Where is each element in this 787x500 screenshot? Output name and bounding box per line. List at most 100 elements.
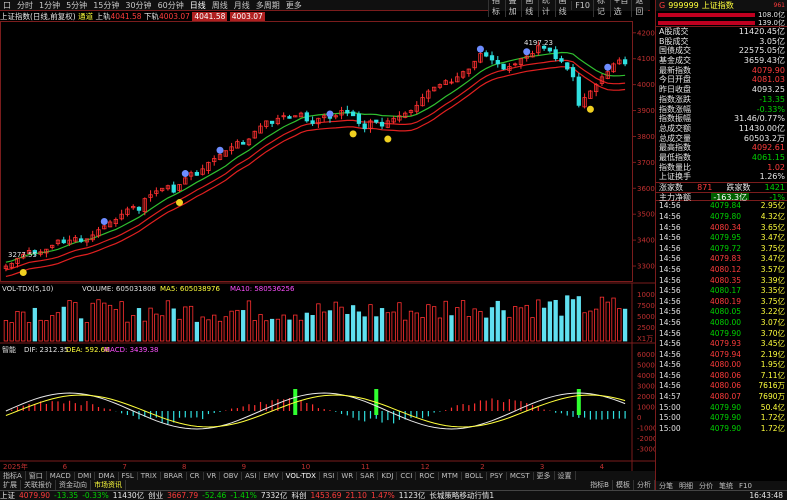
indicator-tab[interactable]: 设置: [555, 471, 576, 480]
indicator-tab[interactable]: SAR: [357, 471, 379, 480]
macd-tick-label: 1000: [637, 404, 655, 412]
tick-row: 14:56 4080.17 3.35亿: [656, 286, 787, 297]
volume-bar: [547, 301, 553, 342]
tab-30min[interactable]: 30分钟: [122, 0, 154, 11]
tab-5min[interactable]: 5分钟: [63, 0, 90, 11]
tab-f10[interactable]: F10: [571, 1, 593, 10]
quote-row-value: 3659.43亿: [743, 56, 785, 66]
quote-row: 最新指数 4079.90: [656, 66, 787, 76]
status-item: 1453.69: [310, 491, 342, 500]
tab-15min[interactable]: 15分钟: [90, 0, 122, 11]
volume-bar: [171, 308, 176, 342]
tab-extend[interactable]: 扩展: [0, 480, 21, 490]
tab-daily[interactable]: 日线: [187, 0, 209, 11]
status-item: 3667.79: [167, 491, 199, 500]
indicator-tab[interactable]: BRAR: [161, 471, 187, 480]
tab-analysis[interactable]: 分析: [634, 480, 655, 490]
indicator-tab[interactable]: DMI: [75, 471, 96, 480]
tab-related-quote[interactable]: 关联报价: [21, 480, 56, 490]
tick-row: 14:56 4080.35 3.39亿: [656, 276, 787, 287]
indicator-tab[interactable]: VR: [204, 471, 221, 480]
indicator-tab[interactable]: TRIX: [138, 471, 161, 480]
tick-row: 14:56 4080.00 1.95亿: [656, 360, 787, 371]
tab-fenshi[interactable]: 分时: [14, 0, 36, 11]
tick-time: 15:00: [659, 423, 681, 433]
tab-1min[interactable]: 1分钟: [36, 0, 63, 11]
tab-tick-stats[interactable]: 笔统: [716, 481, 736, 491]
tab-weekly[interactable]: 周线: [209, 0, 231, 11]
volume-bar: [9, 322, 14, 342]
vol-tick-label: 100000: [637, 291, 655, 299]
quote-row-value: 4093.25: [751, 85, 785, 95]
tick-list[interactable]: 14:56 4079.84 2.95亿 14:56 4079.80 4.32亿 14:56 4…: [656, 201, 787, 434]
indicator-tab[interactable]: 指标A: [0, 471, 26, 480]
tick-volume: 3.07亿: [760, 317, 785, 327]
vol-tick-label: X1万: [637, 335, 653, 343]
tab-monthly[interactable]: 月线: [231, 0, 253, 11]
tab-multi-period[interactable]: 多周期: [253, 0, 283, 11]
price-tick-label: 3500: [637, 211, 655, 219]
indicator-tab[interactable]: VOL-TDX: [283, 471, 320, 480]
volume-bar: [507, 316, 512, 342]
tick-time: 14:56: [659, 339, 681, 349]
indicator-tab[interactable]: CCI: [397, 471, 417, 480]
net-flow-pct: -1%: [769, 192, 785, 202]
volume-bar: [524, 304, 529, 342]
candle-body: [350, 111, 356, 117]
updown-row: 涨家数 871 跌家数 1421: [656, 182, 787, 192]
volume-bar: [148, 307, 153, 342]
tab-f10-small[interactable]: F10: [736, 482, 755, 490]
chart-area[interactable]: 4197.23 3277.55 VOL-TDX(5,10) VOLUME: 60…: [0, 21, 655, 471]
tab-fund-flow[interactable]: 资金动向: [56, 480, 91, 490]
tick-row: 15:00 4079.90 1.72亿: [656, 424, 787, 435]
net-flow-label: 主力净额: [659, 192, 691, 202]
window-icon[interactable]: 口: [0, 0, 14, 11]
status-item: -1.41%: [230, 491, 257, 500]
candle-body: [622, 59, 628, 65]
indicator-tab[interactable]: ROC: [416, 471, 439, 480]
tab-price-dist[interactable]: 分价: [696, 481, 716, 491]
tab-indicator-b[interactable]: 指标B: [587, 480, 613, 490]
status-bar: 上证 4079.90 -13.35 -0.33% 11430亿 创业 3667.79 -52.…: [0, 490, 787, 500]
tab-60min[interactable]: 60分钟: [155, 0, 187, 11]
candle-body: [310, 120, 315, 124]
indicator-tab[interactable]: OBV: [220, 471, 243, 480]
volume-bar: [356, 311, 362, 342]
tick-volume: 3.39亿: [760, 275, 785, 285]
indicator-tab[interactable]: ASI: [242, 471, 261, 480]
price-tick-label: 3300: [637, 263, 655, 271]
price-tick-label: 3700: [637, 159, 655, 167]
indicator-tab[interactable]: DMA: [95, 471, 119, 480]
date-tick-label: 11: [361, 463, 370, 471]
volume-bar: [241, 310, 246, 342]
volume-bar: [466, 316, 471, 342]
quote-row-label: 最低指数: [659, 152, 691, 162]
indicator-tab[interactable]: MCST: [507, 471, 534, 480]
tab-detail[interactable]: 明细: [676, 481, 696, 491]
indicator-tab[interactable]: WR: [338, 471, 358, 480]
indicator-tab[interactable]: EMV: [260, 471, 283, 480]
volume-bar: [455, 307, 460, 342]
indicator-tab[interactable]: MTM: [439, 471, 462, 480]
tool-tabs: 指标 叠加 画线 统计 画线 F10 标记 +自选 返回: [488, 0, 648, 17]
indicator-tab[interactable]: MACD: [47, 471, 75, 480]
candle-body: [269, 120, 275, 124]
signal-markers: [19, 45, 612, 277]
indicator-tab[interactable]: CR: [187, 471, 204, 480]
indicator-tab[interactable]: FSL: [119, 471, 138, 480]
tab-market-news[interactable]: 市场资讯: [91, 480, 126, 490]
indicator-tab[interactable]: BOLL: [462, 471, 487, 480]
tab-ticks[interactable]: 分笔: [656, 481, 676, 491]
extension-tabs: 扩展 关联报价 资金动向 市场资讯 指标B 模板 分析: [0, 480, 655, 490]
indicator-tab[interactable]: 更多: [534, 471, 555, 480]
candle-body: [78, 238, 84, 242]
indicator-tab[interactable]: PSY: [487, 471, 507, 480]
indicator-tab[interactable]: 窗口: [26, 471, 47, 480]
tab-more[interactable]: 更多: [283, 0, 305, 11]
indicator-tab[interactable]: RSI: [320, 471, 339, 480]
tick-volume: 1.72亿: [760, 413, 785, 423]
macd-indicator-name: 智能: [2, 345, 16, 354]
tab-template[interactable]: 模板: [613, 480, 634, 490]
volume-bar: [420, 317, 425, 342]
indicator-tab[interactable]: KDJ: [378, 471, 398, 480]
